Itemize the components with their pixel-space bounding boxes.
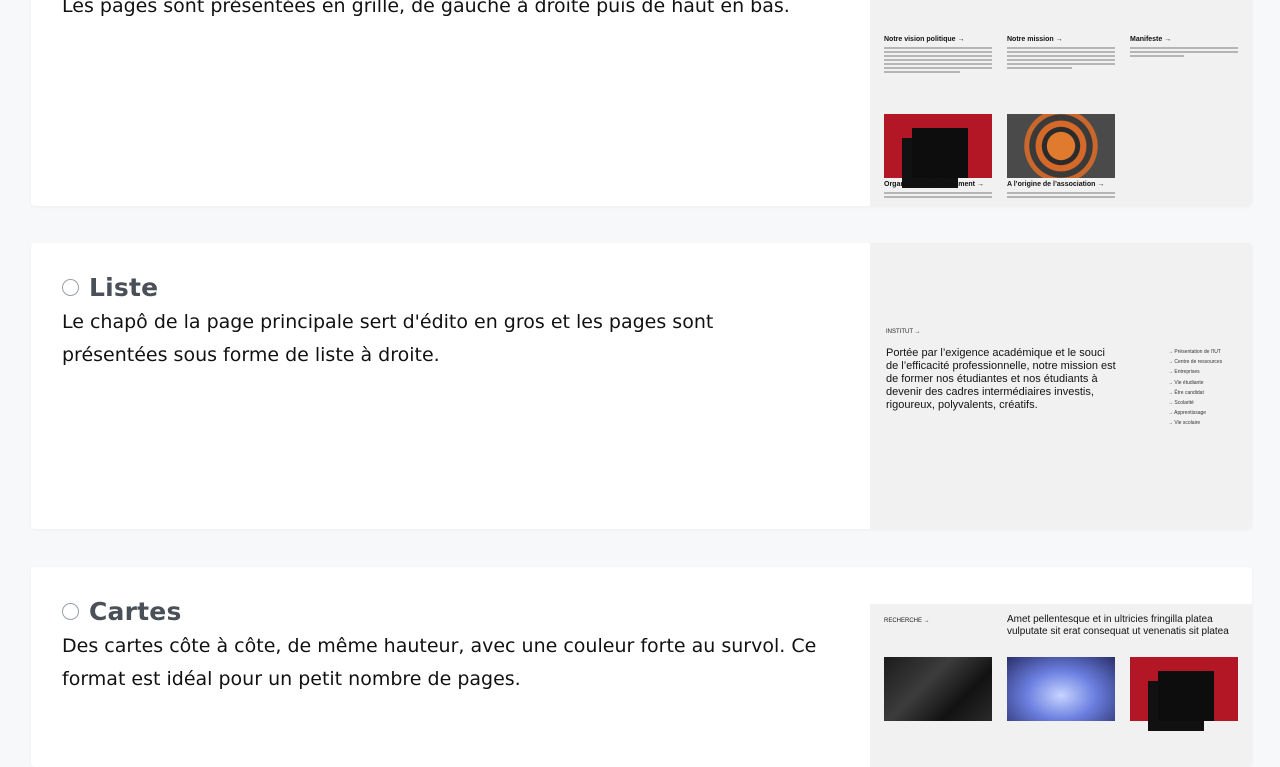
cards-preview: RECHERCHE → Amet pellentesque et in ultr… (870, 567, 1252, 767)
option-description: Le chapô de la page principale sert d'éd… (62, 311, 714, 366)
option-title: Cartes (89, 597, 182, 626)
preview-item-title: A l’origine de l’association → (1007, 181, 1105, 188)
list-preview: INSTITUT → Portée par l’exigence académi… (870, 243, 1252, 529)
layout-option-grid[interactable]: Les pages sont présentées en grille, de … (31, 0, 1252, 206)
grid-preview: Notre vision politique → Notre mission →… (870, 0, 1252, 206)
preview-text-lines (1130, 47, 1238, 59)
preview-thumbnail (1007, 657, 1115, 721)
preview-section-label: INSTITUT → (886, 329, 921, 335)
layout-option-list[interactable]: Liste Le chapô de la page principale ser… (31, 243, 1252, 529)
radio-button[interactable] (62, 603, 79, 620)
preview-top-band (870, 567, 1252, 604)
preview-text-lines (1007, 192, 1115, 200)
option-description: Des cartes côte à côte, de même hauteur,… (62, 635, 817, 690)
preview-link: → Entreprises (1168, 369, 1200, 376)
preview-section-label: RECHERCHE → (884, 618, 930, 624)
preview-heading: Amet pellentesque et in ultricies fringi… (1007, 614, 1229, 637)
preview-link: → Être candidat (1168, 389, 1204, 396)
option-title: Liste (89, 273, 159, 302)
preview-thumbnail (884, 114, 992, 178)
preview-link: → Scolarité (1168, 399, 1194, 406)
preview-item-title: Notre mission → (1007, 36, 1063, 43)
preview-item-title: Notre vision politique → (884, 36, 965, 43)
radio-button[interactable] (62, 279, 79, 296)
preview-link-list: → Présentation de l'IUT → Centre de ress… (1168, 349, 1222, 431)
preview-link: → Apprentissage (1168, 410, 1207, 417)
preview-link: → Présentation de l'IUT (1168, 349, 1221, 355)
option-header: Liste (62, 273, 822, 302)
preview-text-lines (884, 192, 992, 200)
preview-item-title: Manifeste → (1130, 36, 1172, 43)
layout-option-cards[interactable]: Cartes Des cartes côte à côte, de même h… (31, 567, 1252, 767)
preview-item-title: Organes et fonctionnement → (884, 181, 984, 188)
option-header: Cartes (62, 597, 822, 626)
preview-text-lines (884, 47, 992, 75)
preview-link: → Vie étudiante (1168, 379, 1204, 386)
preview-thumbnail (1007, 114, 1115, 178)
preview-thumbnail (1130, 657, 1238, 721)
preview-lead-paragraph: Portée par l’exigence académique et le s… (886, 347, 1116, 411)
preview-thumbnail (884, 657, 992, 721)
preview-link: → Centre de ressources (1168, 359, 1223, 366)
preview-text-lines (1007, 47, 1115, 71)
option-description: Les pages sont présentées en grille, de … (62, 0, 790, 17)
preview-link: → Vie scolaire (1168, 420, 1201, 427)
